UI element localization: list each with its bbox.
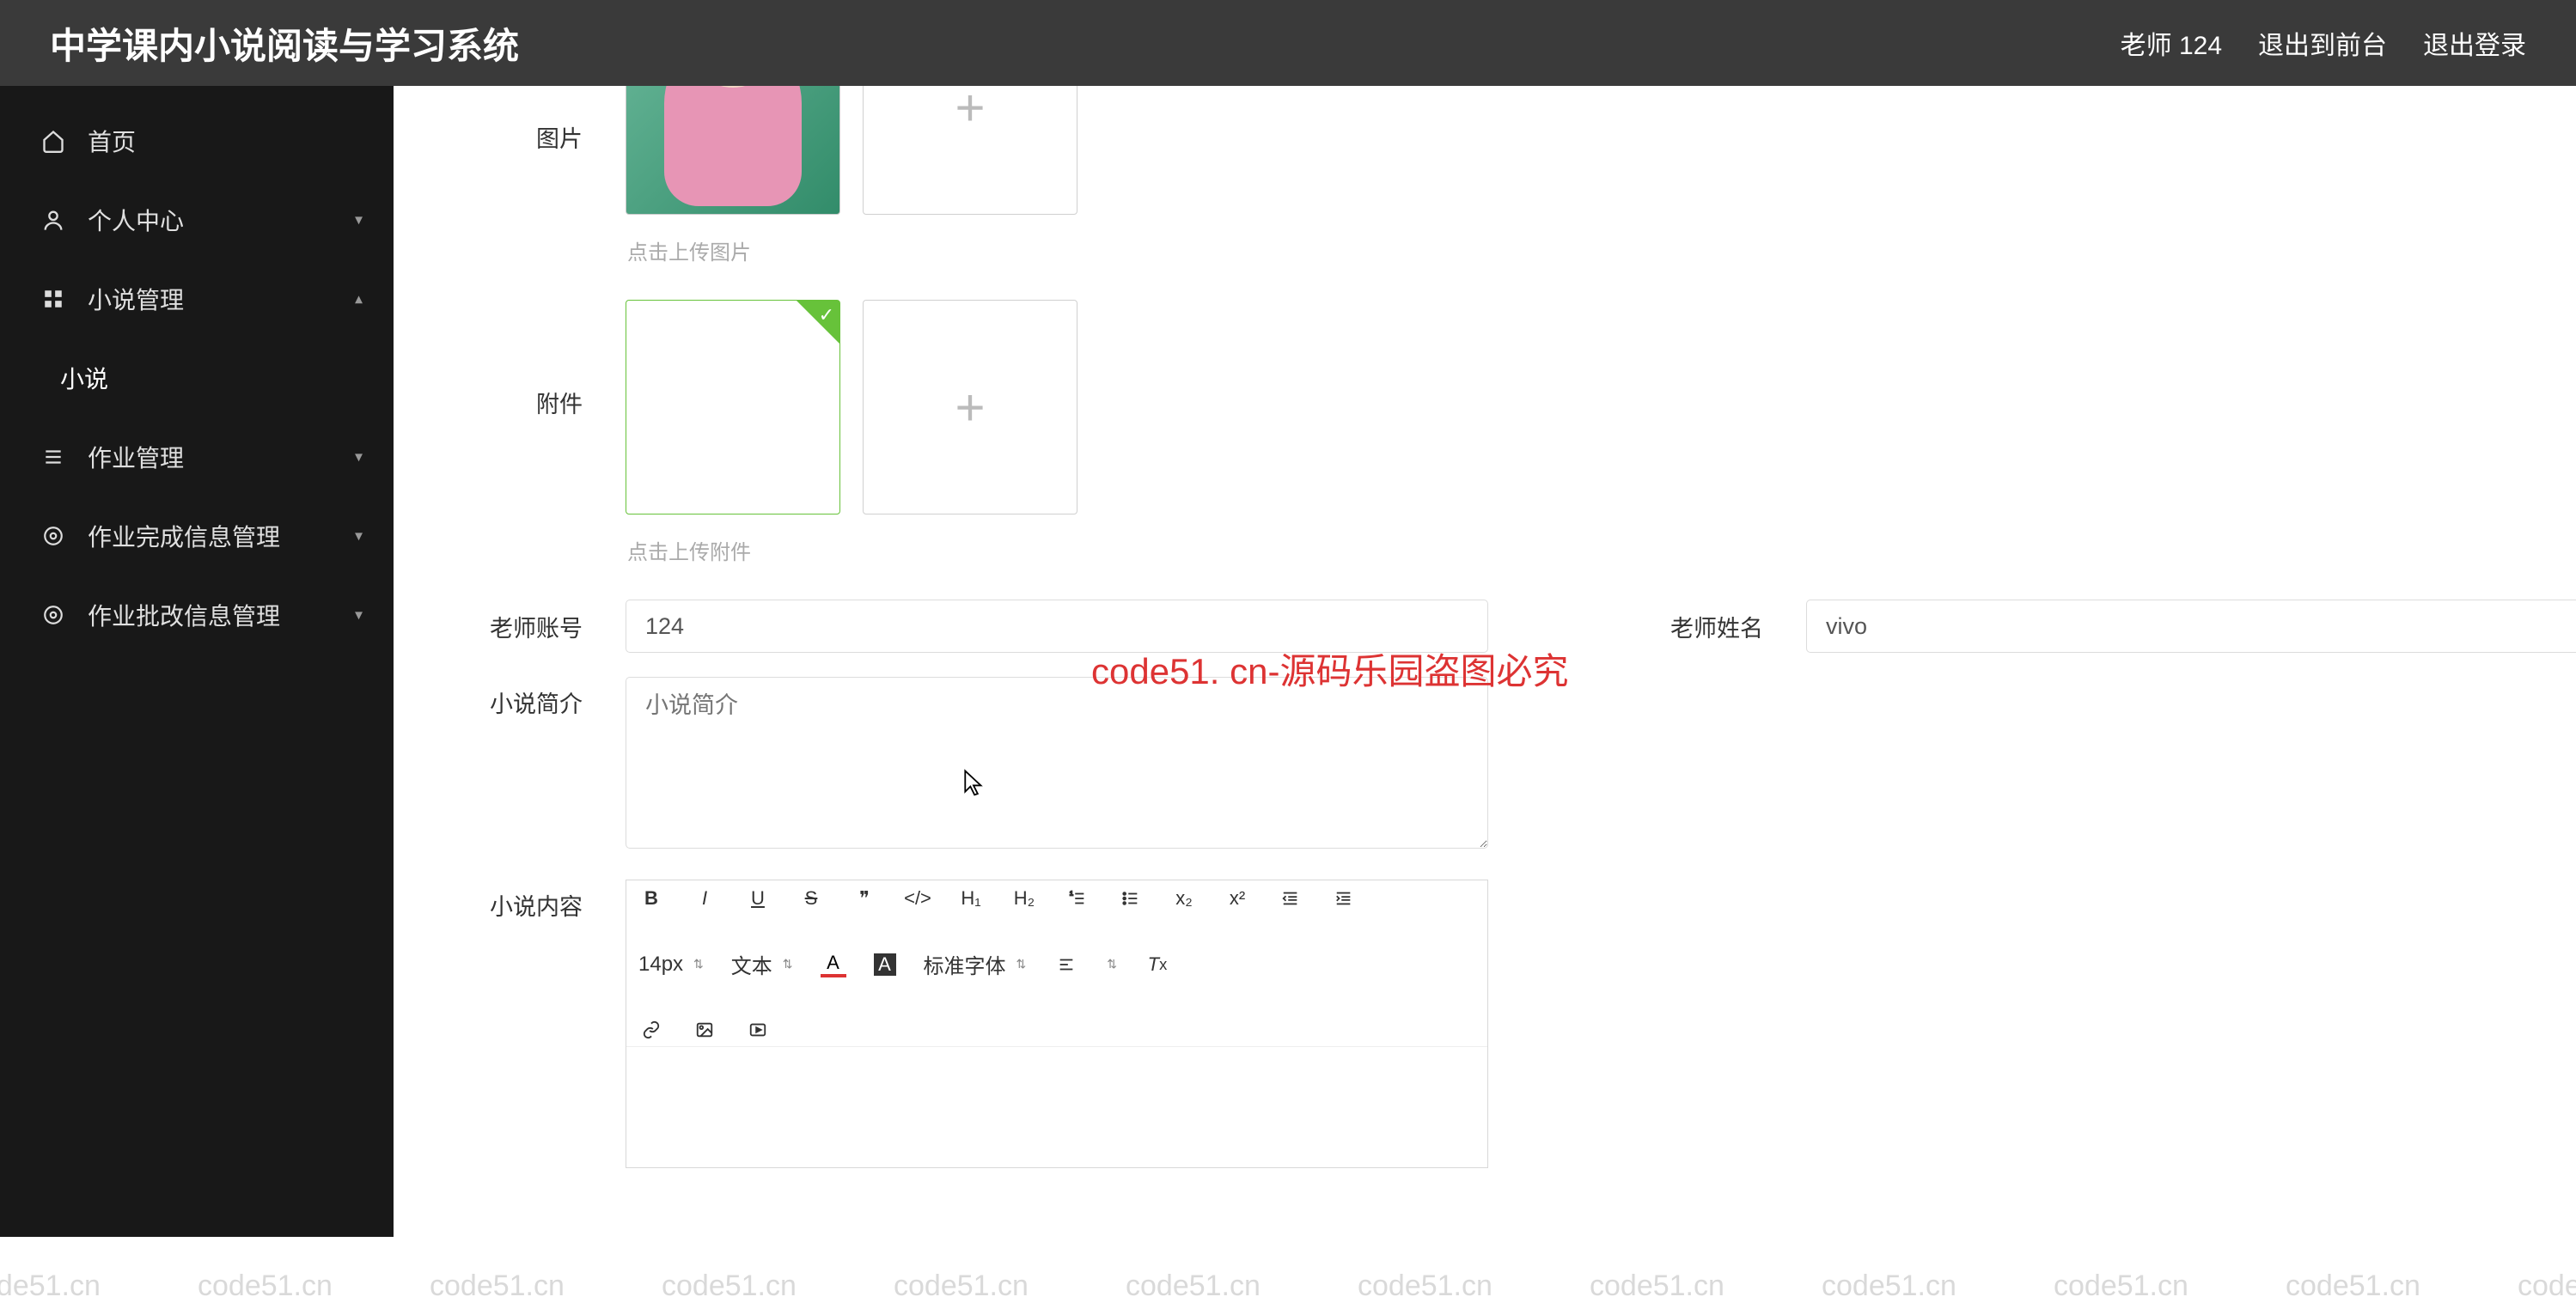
field-label-teacher-account: 老师账号 (479, 610, 583, 643)
svg-text:1: 1 (1070, 889, 1073, 897)
sidebar-item-novel-mgmt[interactable]: 小说管理 ▴ (0, 259, 394, 338)
text-style-select[interactable]: 文本⇅ (731, 949, 793, 979)
chevron-down-icon: ▾ (355, 448, 363, 466)
field-label-intro: 小说简介 (479, 677, 583, 719)
sidebar-item-label: 个人中心 (88, 203, 184, 237)
attachment-upload-hint: 点击上传附件 (627, 535, 1077, 565)
sidebar-item-label: 作业管理 (88, 440, 184, 474)
font-family-select[interactable]: 标准字体⇅ (924, 949, 1027, 979)
add-attachment-button[interactable]: + (863, 300, 1077, 515)
sidebar-item-homework-done-mgmt[interactable]: 作业完成信息管理 ▾ (0, 496, 394, 575)
teacher-account-input[interactable] (626, 600, 1488, 653)
chevron-down-icon: ▾ (355, 527, 363, 545)
subscript-button[interactable]: x₂ (1171, 886, 1197, 911)
chevron-down-icon: ▾ (355, 211, 363, 229)
circle-icon (38, 600, 69, 630)
underline-button[interactable]: U (745, 886, 771, 911)
link-button[interactable] (638, 1017, 664, 1043)
ol-button[interactable]: 1 (1065, 886, 1090, 911)
logout-front-button[interactable]: 退出到前台 (2258, 24, 2387, 62)
quote-button[interactable]: ❞ (852, 886, 877, 911)
video-insert-button[interactable] (745, 1017, 771, 1043)
novel-intro-input[interactable] (626, 677, 1488, 849)
field-label-image: 图片 (479, 86, 583, 154)
bg-color-button[interactable]: A (874, 953, 896, 976)
chevron-up-icon: ▴ (355, 290, 363, 308)
header-actions: 老师 124 退出到前台 退出登录 (2121, 24, 2526, 62)
sidebar-item-label: 小说 (60, 361, 108, 395)
main-content: 图片 + 点击上传图片 附件 + 点击上传附件 (394, 86, 2576, 1237)
sidebar-item-label: 首页 (88, 124, 136, 158)
superscript-button[interactable]: x² (1224, 886, 1250, 911)
field-label-attach: 附件 (479, 300, 583, 419)
sidebar-item-label: 作业批改信息管理 (88, 598, 280, 632)
clear-format-button[interactable]: Tx (1145, 952, 1170, 977)
strike-button[interactable]: S (798, 886, 824, 911)
teacher-name-input[interactable] (1806, 600, 2576, 653)
add-image-button[interactable]: + (863, 86, 1077, 215)
font-size-select[interactable]: 14px⇅ (638, 953, 704, 977)
check-icon (797, 301, 839, 344)
sidebar-item-home[interactable]: 首页 (0, 101, 394, 180)
attachment-preview[interactable] (626, 300, 840, 515)
app-title: 中学课内小说阅读与学习系统 (50, 17, 519, 70)
field-label-content: 小说内容 (479, 880, 583, 922)
field-label-teacher-name: 老师姓名 (1660, 610, 1763, 643)
image-preview[interactable] (626, 86, 840, 215)
plus-icon: + (955, 86, 985, 137)
chevron-down-icon: ▾ (355, 606, 363, 624)
image-insert-button[interactable] (692, 1017, 717, 1043)
text-color-button[interactable]: A (821, 952, 846, 977)
bold-button[interactable]: B (638, 886, 664, 911)
user-icon (38, 204, 69, 235)
current-user[interactable]: 老师 124 (2121, 24, 2222, 62)
image-upload-hint: 点击上传图片 (627, 235, 1077, 265)
h1-button[interactable]: H₁ (958, 886, 984, 911)
home-icon (38, 125, 69, 156)
h2-button[interactable]: H₂ (1011, 886, 1037, 911)
editor-content[interactable] (626, 1047, 1487, 1167)
list-icon (38, 441, 69, 472)
app-header: 中学课内小说阅读与学习系统 老师 124 退出到前台 退出登录 (0, 0, 2576, 86)
chevron-icon: ⇅ (1016, 957, 1027, 971)
indent-button[interactable] (1331, 886, 1357, 911)
align-button[interactable] (1053, 952, 1079, 977)
sidebar-item-personal[interactable]: 个人中心 ▾ (0, 180, 394, 259)
circle-icon (38, 521, 69, 551)
outdent-button[interactable] (1278, 886, 1303, 911)
sidebar-item-homework-review-mgmt[interactable]: 作业批改信息管理 ▾ (0, 575, 394, 655)
sidebar-item-homework-mgmt[interactable]: 作业管理 ▾ (0, 417, 394, 496)
logout-button[interactable]: 退出登录 (2423, 24, 2526, 62)
chevron-icon: ⇅ (1107, 957, 1117, 971)
editor-toolbar: B I U S ❞ </> H₁ H₂ 1 x (626, 880, 1487, 1047)
sidebar-item-novel[interactable]: 小说 (0, 338, 394, 417)
chevron-icon: ⇅ (783, 957, 793, 971)
plus-icon: + (955, 378, 985, 437)
italic-button[interactable]: I (692, 886, 717, 911)
sidebar-item-label: 作业完成信息管理 (88, 519, 280, 553)
rich-text-editor: B I U S ❞ </> H₁ H₂ 1 x (626, 880, 1488, 1168)
ul-button[interactable] (1118, 886, 1144, 911)
sidebar: 首页 个人中心 ▾ 小说管理 ▴ 小说 作业管理 ▾ (0, 86, 394, 1237)
grid-icon (38, 283, 69, 314)
chevron-icon: ⇅ (693, 957, 704, 971)
code-button[interactable]: </> (905, 886, 931, 911)
sidebar-item-label: 小说管理 (88, 282, 184, 316)
